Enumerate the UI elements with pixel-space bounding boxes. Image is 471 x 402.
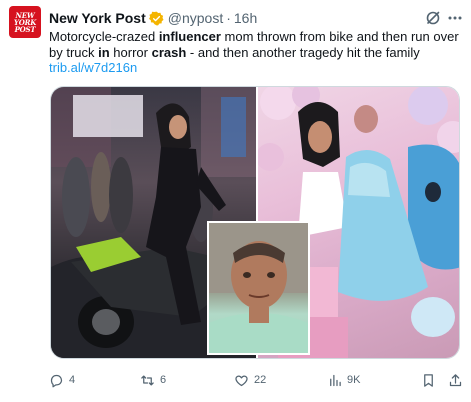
bookmark-button[interactable] — [421, 371, 441, 389]
text-part-bold: influencer — [158, 29, 221, 44]
text-part: horror — [109, 44, 152, 60]
tweet-header: New York Post @nypost · 16h — [49, 9, 257, 27]
verified-badge-icon — [148, 11, 164, 25]
text-part-bold: in — [98, 44, 110, 60]
share-button[interactable] — [448, 371, 468, 389]
author-name[interactable]: New York Post — [49, 10, 146, 26]
heart-icon — [235, 375, 248, 386]
media-grid[interactable] — [50, 86, 460, 359]
text-part: - and then another tragedy hit the famil… — [186, 44, 420, 60]
bookmark-icon — [424, 373, 433, 387]
reply-count: 4 — [69, 374, 76, 386]
header-separator: · — [226, 10, 231, 26]
text-part-bold: crash — [151, 44, 187, 60]
avatar-line-3: POST — [14, 25, 36, 34]
repost-icon — [141, 375, 154, 385]
post-text: Motorcycle-crazed influencer mom thrown … — [49, 29, 459, 60]
avatar[interactable]: NEW YORK POST — [9, 6, 41, 38]
author-handle[interactable]: @nypost — [168, 10, 223, 26]
grok-icon[interactable] — [425, 10, 441, 26]
views-count: 9K — [347, 374, 361, 386]
repost-button[interactable]: 6 — [140, 371, 166, 389]
like-count: 22 — [254, 374, 267, 386]
analytics-icon — [330, 374, 341, 386]
repost-count: 6 — [160, 374, 167, 386]
views-button[interactable]: 9K — [327, 371, 360, 389]
photo-inset[interactable] — [207, 221, 310, 355]
action-bar: 4 6 22 9K — [0, 371, 471, 389]
reply-button[interactable]: 4 — [49, 371, 75, 389]
text-part: Motorcycle-crazed — [49, 29, 159, 44]
like-button[interactable]: 22 — [234, 371, 266, 389]
tweet-card[interactable]: NEW YORK POST New York Post @nypost · 16… — [0, 0, 471, 402]
more-options-icon[interactable] — [448, 16, 462, 20]
post-link[interactable]: trib.al/w7d216n — [49, 60, 137, 75]
post-time[interactable]: 16h — [234, 10, 257, 26]
reply-icon — [50, 374, 63, 387]
share-icon — [449, 373, 462, 386]
photo-inset-illustration — [209, 223, 308, 353]
